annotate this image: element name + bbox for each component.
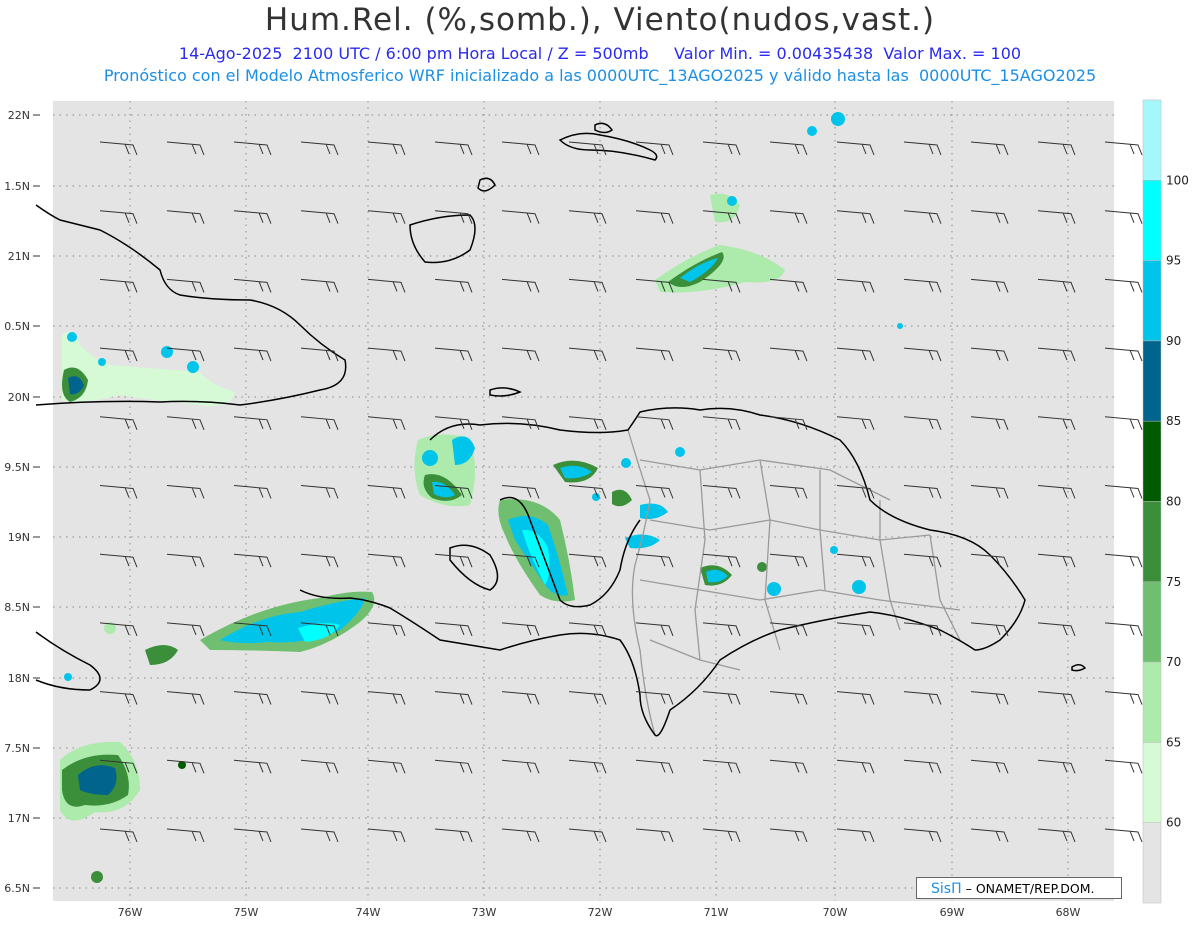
model-info-line: Pronóstico con el Modelo Atmosferico WRF… — [103, 66, 1097, 85]
legend-swatch — [1142, 180, 1162, 261]
longitude-label: 73W — [472, 906, 497, 919]
latitude-label: 8.5N — [4, 601, 30, 614]
latitude-label: 18N — [8, 672, 30, 685]
latitude-label: 17N — [8, 812, 30, 825]
legend-swatch — [1142, 661, 1162, 743]
humidity-patch — [161, 346, 173, 358]
humidity-patch — [727, 196, 737, 206]
color-legend: 100 95 90 85 80 75 70 65 60 — [1142, 99, 1189, 904]
humidity-patch — [830, 546, 838, 554]
humidity-patch — [592, 493, 600, 501]
legend-label: 65 — [1166, 735, 1181, 749]
forecast-time-line: 14-Ago-2025 2100 UTC / 6:00 pm Hora Loca… — [178, 44, 1022, 63]
credit-text: – ONAMET/REP.DOM. — [965, 881, 1095, 896]
legend-label: 85 — [1166, 414, 1181, 428]
latitude-label: 6.5N — [4, 882, 30, 895]
longitude-label: 68W — [1056, 906, 1081, 919]
map-title: Hum.Rel. (%,somb.), Viento(nudos,vast.) — [264, 2, 936, 38]
humidity-patch — [98, 358, 106, 366]
legend-swatch — [1142, 420, 1162, 502]
humidity-patch — [757, 562, 767, 572]
latitude-labels: 22N 1.5N 21N 0.5N 20N 9.5N 19N 8.5N 18N 7.5N 17N 6.… — [4, 109, 40, 895]
legend-label: 100 — [1166, 173, 1189, 187]
humidity-patch — [852, 580, 866, 594]
forecast-map: 22N 1.5N 21N 0.5N 20N 9.5N 19N 8.5N 18N 7.5N 17N 6.… — [4, 99, 1189, 919]
legend-swatch — [1142, 99, 1162, 181]
latitude-label: 21N — [8, 250, 30, 263]
humidity-patch — [767, 582, 781, 596]
legend-swatch — [1142, 340, 1162, 422]
longitude-label: 75W — [234, 906, 259, 919]
humidity-patch — [807, 126, 817, 136]
latitude-label: 22N — [8, 109, 30, 122]
legend-swatch — [1142, 581, 1162, 663]
latitude-label: 7.5N — [4, 742, 30, 755]
latitude-label: 1.5N — [4, 180, 30, 193]
legend-label: 90 — [1166, 334, 1181, 348]
humidity-patch — [91, 871, 103, 883]
map-background — [53, 101, 1114, 901]
legend-label: 70 — [1166, 655, 1181, 669]
longitude-label: 76W — [118, 906, 143, 919]
humidity-patch — [64, 673, 72, 681]
humidity-patch — [422, 450, 438, 466]
legend-label: 60 — [1166, 816, 1181, 830]
humidity-patch — [621, 458, 631, 468]
legend-swatch — [1142, 260, 1162, 342]
credit-box: SisΠ – ONAMET/REP.DOM. — [916, 877, 1122, 899]
humidity-patch — [897, 323, 903, 329]
longitude-label: 72W — [588, 906, 613, 919]
legend-label: 95 — [1166, 254, 1181, 268]
longitude-label: 70W — [823, 906, 848, 919]
legend-label: 80 — [1166, 495, 1181, 509]
latitude-label: 19N — [8, 531, 30, 544]
latitude-label: 9.5N — [4, 461, 30, 474]
longitude-label: 71W — [704, 906, 729, 919]
longitude-label: 74W — [356, 906, 381, 919]
legend-label: 75 — [1166, 575, 1181, 589]
humidity-patch — [831, 112, 845, 126]
legend-swatch — [1142, 742, 1162, 823]
latitude-label: 20N — [8, 391, 30, 404]
latitude-label: 0.5N — [4, 320, 30, 333]
humidity-patch — [67, 332, 77, 342]
humidity-patch — [675, 447, 685, 457]
longitude-labels: 76W 75W 74W 73W 72W 71W 70W 69W 68W — [118, 906, 1081, 919]
legend-swatch — [1142, 822, 1162, 904]
longitude-label: 69W — [940, 906, 965, 919]
humidity-patch — [187, 361, 199, 373]
sispi-logo: SisΠ — [931, 881, 962, 897]
legend-swatch — [1142, 501, 1162, 583]
